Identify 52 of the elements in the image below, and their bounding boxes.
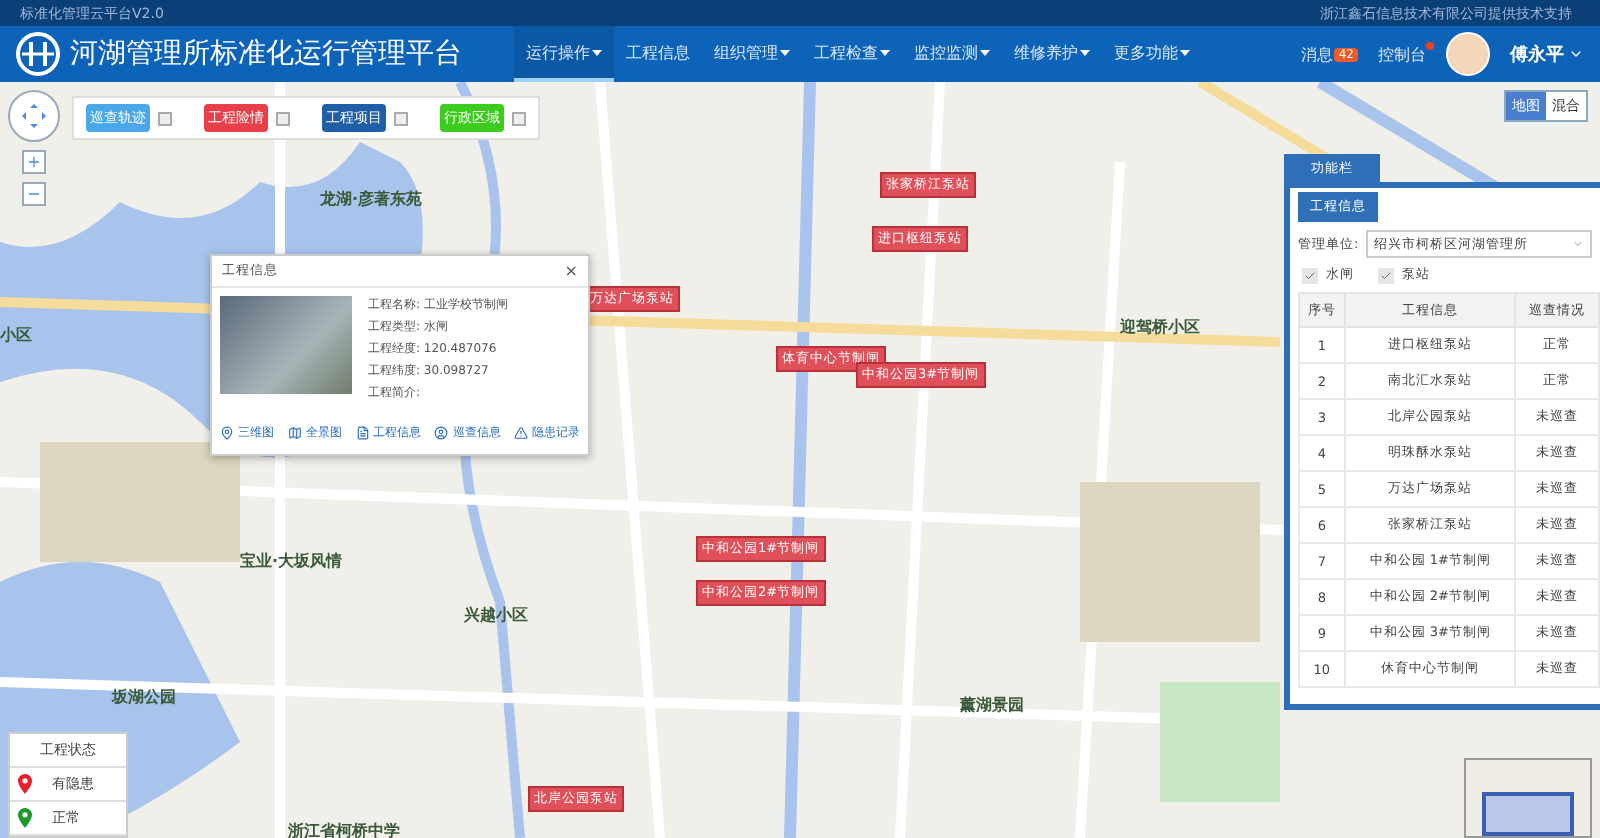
plus-icon xyxy=(26,154,42,170)
map-icon xyxy=(287,426,302,440)
layer-checkbox[interactable] xyxy=(158,111,172,125)
pin-icon xyxy=(18,774,32,794)
caret-icon xyxy=(980,49,990,55)
filter-checkbox[interactable] xyxy=(1378,267,1394,283)
caret-icon xyxy=(1568,46,1584,62)
chevron-down-icon xyxy=(1572,238,1584,250)
user-icon xyxy=(434,426,449,440)
nav-menu-item[interactable]: 运行操作 xyxy=(514,26,614,82)
layer-checkbox[interactable] xyxy=(394,111,408,125)
logo-icon xyxy=(16,32,60,76)
map-place-label: 迎驾桥小区 xyxy=(1120,316,1200,339)
map-place-label: 坂湖公园 xyxy=(112,686,176,709)
pin-icon xyxy=(220,426,234,440)
document-icon xyxy=(355,426,369,440)
map-place-label: 小区 xyxy=(0,323,32,346)
avatar-circle[interactable] xyxy=(1446,32,1490,76)
console-link[interactable]: 控制台 xyxy=(1378,43,1426,65)
nav-menu-item[interactable]: 监控监测 xyxy=(902,26,1002,82)
nav-menu-item[interactable]: 工程检查 xyxy=(802,26,902,82)
photo-placeholder xyxy=(220,296,352,394)
nav-menu-item[interactable]: 组织管理 xyxy=(702,26,802,82)
app-title: 河湖管理所标准化运行管理平台 xyxy=(70,36,462,72)
check-icon xyxy=(1380,269,1392,281)
nav-menu-item[interactable]: 维修养护 xyxy=(1002,26,1102,82)
viewport-frame xyxy=(1482,792,1574,836)
pan-control[interactable] xyxy=(8,90,60,142)
check-icon xyxy=(1304,269,1316,281)
overview-map[interactable] xyxy=(1464,758,1592,838)
close-button[interactable]: × xyxy=(564,262,578,280)
map-place-label: 浙江省柯桥中学 xyxy=(288,819,400,838)
arrows-icon xyxy=(20,102,48,130)
user-name[interactable]: 傅永平 xyxy=(1510,41,1564,67)
nav-menu-item[interactable]: 更多功能 xyxy=(1102,26,1202,82)
pin-icon xyxy=(18,808,32,828)
zoom-in-button[interactable] xyxy=(22,150,46,174)
layer-checkbox[interactable] xyxy=(512,111,526,125)
caret-icon xyxy=(880,49,890,55)
warning-icon xyxy=(514,426,528,440)
map-place-label: 宝业·大坂风情 xyxy=(240,550,343,573)
map-place-label: 龙湖·彦著东苑 xyxy=(320,187,423,210)
nav-menu-item[interactable]: 工程信息 xyxy=(614,26,702,82)
filter-checkbox[interactable] xyxy=(1302,267,1318,283)
map-place-label: 兴越小区 xyxy=(464,603,528,626)
layer-checkbox[interactable] xyxy=(276,111,290,125)
caret-icon xyxy=(780,49,790,55)
caret-icon xyxy=(592,49,602,55)
zoom-out-button[interactable] xyxy=(22,182,46,206)
caret-icon xyxy=(1180,49,1190,55)
map-place-label: 薰湖景园 xyxy=(960,694,1024,717)
caret-icon xyxy=(1080,49,1090,55)
